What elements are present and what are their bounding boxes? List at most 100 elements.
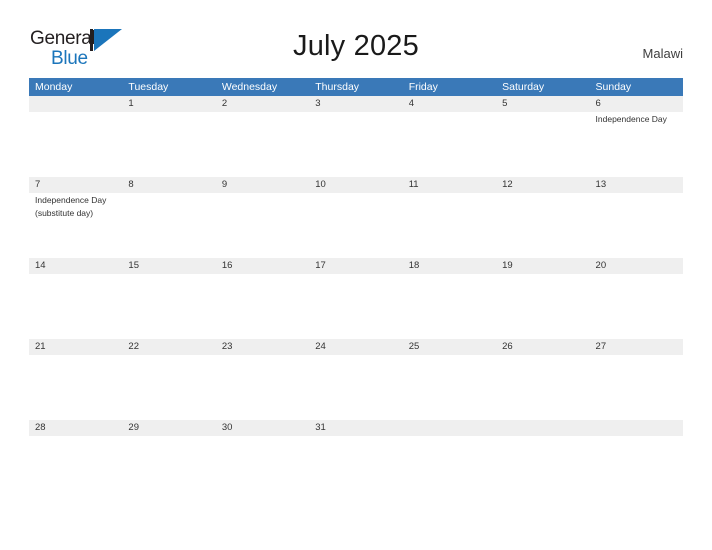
calendar-weeks: 1 2 3 4 5 6 Independence Day 7 Independence Day(… [29, 96, 683, 501]
day-cell-15[interactable]: 15 [122, 258, 216, 339]
day-cell-17[interactable]: 17 [309, 258, 403, 339]
day-number: 3 [315, 98, 321, 109]
calendar-week-row: 21 22 23 24 25 26 27 [29, 339, 683, 420]
day-cell-30[interactable]: 30 [215, 420, 310, 501]
calendar-grid: Monday Tuesday Wednesday Thursday Friday Satu… [29, 78, 683, 501]
day-number: 27 [595, 341, 607, 352]
day-number: 20 [595, 260, 607, 271]
week-cells: 21 22 23 24 25 26 27 [29, 339, 683, 420]
day-number-band [215, 96, 310, 112]
page-header: General Blue July 2025 Malawi [0, 0, 712, 76]
day-number: 26 [502, 341, 513, 352]
day-cell-28[interactable]: 28 [29, 420, 123, 501]
day-number-band [402, 96, 497, 112]
day-number: 8 [128, 179, 134, 190]
day-number-band [215, 177, 310, 193]
day-cell-8[interactable]: 8 [122, 177, 216, 258]
day-cell-3[interactable]: 3 [309, 96, 403, 177]
day-number: 1 [128, 98, 134, 109]
day-cell-13[interactable]: 13 [589, 177, 683, 258]
day-cell-26[interactable]: 26 [496, 339, 590, 420]
day-number-band [589, 420, 683, 436]
day-number-band [589, 96, 683, 112]
day-number: 7 [35, 179, 41, 190]
day-number: 2 [221, 98, 228, 109]
day-cell-9[interactable]: 9 [215, 177, 310, 258]
day-number-band [29, 96, 123, 112]
day-number: 22 [128, 341, 139, 352]
day-cell-22[interactable]: 22 [122, 339, 216, 420]
weekday-header-saturday: Saturday [502, 81, 545, 93]
day-cell-1[interactable]: 1 [122, 96, 216, 177]
day-cell-6[interactable]: 6 Independence Day [589, 96, 683, 177]
weekday-header-monday: Monday [35, 81, 73, 93]
day-cell-12[interactable]: 12 [496, 177, 590, 258]
day-cell-empty[interactable] [589, 420, 683, 501]
holiday-event: (substitute day) [35, 208, 94, 218]
day-number: 24 [315, 341, 326, 352]
day-number: 16 [221, 260, 233, 271]
day-number: 5 [502, 98, 508, 109]
day-cell-18[interactable]: 18 [402, 258, 497, 339]
day-cell-27[interactable]: 27 [589, 339, 683, 420]
day-cell-5[interactable]: 5 [496, 96, 590, 177]
week-cells: 14 15 16 17 18 19 20 [29, 258, 683, 339]
day-number: 31 [315, 422, 326, 433]
day-cell-empty[interactable] [402, 420, 497, 501]
week-cells: 7 Independence Day (substitute day) 8 9 10 11 1… [29, 177, 683, 258]
day-number-band [496, 96, 590, 112]
day-cell-4[interactable]: 4 [402, 96, 497, 177]
day-number: 14 [35, 260, 46, 271]
day-number-band [309, 96, 403, 112]
day-cell-empty[interactable] [29, 96, 123, 177]
day-cell-14[interactable]: 14 [29, 258, 123, 339]
day-number: 10 [315, 179, 326, 190]
day-number: 28 [35, 422, 46, 433]
day-number-band [122, 96, 216, 112]
day-events: Independence Day (substitute day) [35, 194, 119, 220]
day-cell-29[interactable]: 29 [122, 420, 216, 501]
day-number: 21 [35, 341, 46, 352]
calendar-week-row: 7 Independence Day (substitute day) 8 9 10 11 1… [29, 177, 683, 258]
day-number: 12 [502, 179, 513, 190]
day-cell-23[interactable]: 23 [215, 339, 310, 420]
day-cell-7[interactable]: 7 Independence Day (substitute day) [29, 177, 123, 258]
calendar-week-row: 14 15 16 17 18 19 20 [29, 258, 683, 339]
day-cell-19[interactable]: 19 [496, 258, 590, 339]
day-number: 19 [502, 260, 513, 271]
day-events: Independence Day [596, 113, 680, 126]
weekday-header-wednesday: Wednesday [221, 81, 278, 93]
day-number: 9 [221, 179, 228, 190]
weekday-header-sunday: Sunday [595, 81, 632, 93]
weekday-header-thursday: Thursday [315, 81, 360, 93]
week-cells: 28 29 30 31 [29, 420, 683, 501]
day-cell-21[interactable]: 21 [29, 339, 123, 420]
day-cell-2[interactable]: 2 [215, 96, 310, 177]
day-cell-31[interactable]: 31 [309, 420, 403, 501]
weekday-header-tuesday: Tuesday [128, 81, 169, 93]
day-number: 25 [408, 341, 420, 352]
holiday-event: Independence Day [595, 114, 667, 124]
day-number: 4 [408, 98, 414, 109]
weekday-header-row: Monday Tuesday Wednesday Thursday Friday Satu… [29, 78, 683, 96]
country-label: Malawi [642, 46, 683, 61]
calendar-week-row: 28 29 30 31 [29, 420, 683, 501]
page-title: July 2025 [293, 30, 419, 62]
day-cell-10[interactable]: 10 [309, 177, 403, 258]
day-number: 15 [128, 260, 139, 271]
day-cell-25[interactable]: 25 [402, 339, 497, 420]
day-cell-24[interactable]: 24 [309, 339, 403, 420]
day-cell-16[interactable]: 16 [215, 258, 310, 339]
day-cell-20[interactable]: 20 [589, 258, 683, 339]
holiday-event: Independence Day [35, 195, 107, 205]
day-cell-11[interactable]: 11 [402, 177, 497, 258]
day-number: 18 [408, 260, 420, 271]
week-cells: 1 2 3 4 5 6 Independence Day [29, 96, 683, 177]
day-number: 29 [128, 422, 139, 433]
weekday-header-friday: Friday [408, 81, 438, 93]
day-number: 17 [315, 260, 326, 271]
day-number: 23 [221, 341, 233, 352]
calendar-week-row: 1 2 3 4 5 6 Independence Day [29, 96, 683, 177]
day-number-band [496, 420, 590, 436]
day-cell-empty[interactable] [496, 420, 590, 501]
